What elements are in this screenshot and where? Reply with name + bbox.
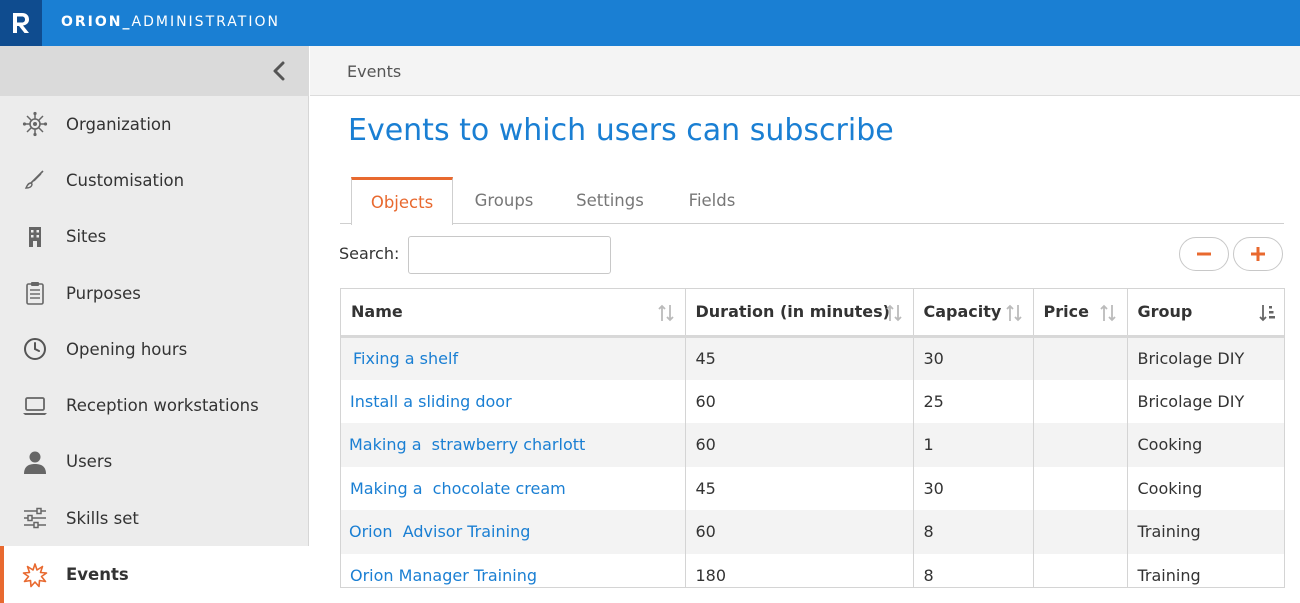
collapse-sidebar-button[interactable] bbox=[267, 58, 291, 84]
sort-ascending-icon bbox=[1259, 305, 1275, 322]
column-header-group[interactable]: Group bbox=[1127, 289, 1284, 338]
table-header-row: Name Duration (in minutes) Capacity Pric… bbox=[341, 289, 1284, 338]
sidebar-item-events[interactable]: Events bbox=[0, 546, 309, 603]
sidebar-item-label: Purposes bbox=[66, 283, 141, 303]
sidebar-item-organization[interactable]: Organization bbox=[0, 96, 309, 152]
cell-group: Training bbox=[1137, 565, 1201, 585]
cell-duration: 180 bbox=[685, 553, 914, 587]
minus-icon bbox=[1197, 252, 1211, 256]
cell-group: Bricolage DIY bbox=[1127, 336, 1284, 380]
cell-price bbox=[1033, 379, 1128, 423]
sidebar: Organization Customisation Sites Purpose… bbox=[0, 46, 309, 603]
app-logo[interactable] bbox=[0, 0, 42, 46]
table-row[interactable]: Making a strawberry charlott 60 1 Cookin… bbox=[341, 423, 1284, 467]
sort-icon bbox=[1005, 304, 1022, 322]
laptop-icon bbox=[22, 393, 48, 419]
plus-icon bbox=[1251, 247, 1265, 261]
cell-duration: 60 bbox=[685, 379, 914, 423]
logo-r-icon bbox=[13, 13, 29, 33]
cell-price bbox=[1033, 510, 1128, 554]
sidebar-item-label: Events bbox=[66, 565, 129, 585]
cell-capacity: 8 bbox=[913, 510, 1034, 554]
sidebar-nav: Organization Customisation Sites Purpose… bbox=[0, 96, 309, 603]
cell-capacity: 30 bbox=[913, 336, 1034, 380]
sidebar-item-skills-set[interactable]: Skills set bbox=[0, 490, 309, 546]
user-icon bbox=[22, 449, 48, 475]
building-icon bbox=[22, 224, 48, 250]
table-row[interactable]: Orion Advisor Training 60 8 Training bbox=[341, 510, 1284, 554]
sort-icon bbox=[885, 304, 902, 322]
sidebar-item-sites[interactable]: Sites bbox=[0, 209, 309, 265]
event-name-link[interactable]: Orion Manager Training bbox=[341, 553, 686, 587]
cell-group: Bricolage DIY bbox=[1137, 391, 1245, 411]
cell-duration: 45 bbox=[685, 466, 914, 510]
sidebar-collapse-bar bbox=[0, 46, 309, 96]
sidebar-item-label: Users bbox=[66, 452, 113, 472]
chevron-left-icon bbox=[273, 61, 285, 81]
cell-price bbox=[1033, 423, 1128, 467]
clipboard-icon bbox=[22, 280, 48, 306]
sidebar-item-opening-hours[interactable]: Opening hours bbox=[0, 321, 309, 377]
event-name-link[interactable]: Install a sliding door bbox=[341, 379, 686, 423]
cell-duration: 60 bbox=[685, 510, 914, 554]
column-header-capacity[interactable]: Capacity bbox=[913, 289, 1034, 338]
tab-fields[interactable]: Fields bbox=[674, 177, 750, 224]
event-name-link[interactable]: Orion Advisor Training bbox=[341, 510, 686, 554]
sidebar-item-purposes[interactable]: Purposes bbox=[0, 265, 309, 321]
event-name-link[interactable]: Fixing a shelf bbox=[341, 336, 686, 380]
cell-group: Training bbox=[1127, 510, 1284, 554]
cell-group: Cooking bbox=[1137, 478, 1203, 498]
tab-groups[interactable]: Groups bbox=[462, 177, 546, 224]
page-title: Events to which users can subscribe bbox=[348, 113, 894, 148]
cell-capacity: 8 bbox=[913, 553, 1034, 587]
table-row[interactable]: Fixing a shelf 45 30 Bricolage DIY bbox=[341, 336, 1284, 380]
cell-capacity: 1 bbox=[913, 423, 1034, 467]
tab-bar: Objects Groups Settings Fields bbox=[340, 177, 1284, 225]
sort-icon bbox=[1099, 304, 1116, 322]
sidebar-item-customisation[interactable]: Customisation bbox=[0, 152, 309, 208]
tab-objects[interactable]: Objects bbox=[351, 177, 453, 225]
sidebar-item-label: Customisation bbox=[66, 170, 185, 190]
cell-duration: 45 bbox=[685, 336, 914, 380]
cell-capacity: 25 bbox=[913, 379, 1034, 423]
events-table: Name Duration (in minutes) Capacity Pric… bbox=[340, 288, 1285, 588]
table-row[interactable]: Making a chocolate cream 45 30 Cooking bbox=[341, 466, 1284, 510]
remove-button[interactable] bbox=[1179, 237, 1229, 271]
network-icon bbox=[22, 111, 48, 137]
sidebar-item-label: Sites bbox=[66, 227, 107, 247]
column-header-duration[interactable]: Duration (in minutes) bbox=[685, 289, 914, 338]
table-row[interactable]: Orion Manager Training 180 8 Training bbox=[341, 553, 1284, 587]
cell-duration: 60 bbox=[685, 423, 914, 467]
sidebar-item-reception-workstations[interactable]: Reception workstations bbox=[0, 377, 309, 433]
sidebar-item-label: Opening hours bbox=[66, 339, 188, 359]
app-title: ORION_ADMINISTRATION bbox=[61, 14, 280, 30]
event-name-link[interactable]: Making a strawberry charlott bbox=[341, 423, 686, 467]
tab-settings[interactable]: Settings bbox=[565, 177, 655, 224]
cell-group: Cooking bbox=[1127, 423, 1284, 467]
top-bar: ORION_ADMINISTRATION bbox=[0, 0, 1300, 46]
add-button[interactable] bbox=[1233, 237, 1283, 271]
search-label: Search: bbox=[339, 244, 400, 263]
breadcrumb: Events bbox=[347, 62, 402, 81]
event-name-link[interactable]: Making a chocolate cream bbox=[341, 466, 686, 510]
cell-capacity: 30 bbox=[913, 466, 1034, 510]
breadcrumb-bar: Events bbox=[310, 46, 1300, 96]
sidebar-item-label: Reception workstations bbox=[66, 396, 259, 416]
sort-icon bbox=[657, 304, 674, 322]
brush-icon bbox=[22, 167, 48, 193]
column-header-name[interactable]: Name bbox=[341, 289, 686, 338]
sidebar-item-label: Skills set bbox=[66, 508, 139, 528]
clock-icon bbox=[22, 336, 48, 362]
sidebar-item-label: Organization bbox=[66, 114, 172, 134]
sliders-icon bbox=[22, 505, 48, 531]
search-input[interactable] bbox=[408, 236, 611, 274]
starburst-icon bbox=[22, 562, 48, 588]
cell-price bbox=[1033, 466, 1128, 510]
table-row[interactable]: Install a sliding door 60 25 Bricolage D… bbox=[341, 379, 1284, 423]
cell-price bbox=[1033, 553, 1128, 587]
column-header-price[interactable]: Price bbox=[1033, 289, 1128, 338]
sidebar-item-users[interactable]: Users bbox=[0, 434, 309, 490]
cell-price bbox=[1033, 336, 1128, 380]
